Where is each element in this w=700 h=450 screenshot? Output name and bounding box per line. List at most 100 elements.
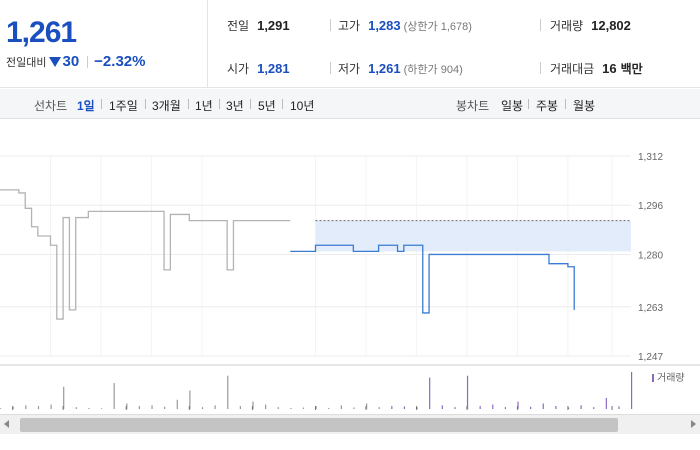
volume-bar [378,407,380,409]
stat-open: 시가 1,281 [227,60,290,77]
volume-bar [555,406,557,409]
scroll-left-icon[interactable] [4,420,9,428]
volume-bar [88,407,90,409]
y-tick-label: 1,312 [638,152,663,163]
divider [250,99,251,109]
stat-volume: 거래량 12,802 [550,17,631,34]
volume-bar [138,406,141,409]
stat-value: 1,283 [368,18,401,33]
period-10y[interactable]: 10년 [290,97,314,114]
volume-bar [605,397,607,409]
volume-bar [75,407,77,409]
volume-bar [618,406,620,409]
divider [330,19,331,31]
scroll-thumb[interactable] [20,418,618,432]
volume-bar [429,377,431,409]
current-price: 1,261 [6,16,77,49]
volume-bar [302,407,305,409]
change-percent: −2.32% [94,53,146,70]
period-1d[interactable]: 1일 [77,97,95,114]
volume-bar [113,383,115,409]
volume-bar [340,405,342,409]
change-row: 전일대비 30 −2.32% [6,53,145,70]
down-triangle-icon [49,56,62,67]
scroll-right-icon[interactable] [691,420,696,428]
candle-daily[interactable]: 일봉 [501,97,523,114]
change-value: 30 [62,53,80,70]
change-label: 전일대비 [6,56,47,69]
stat-value: 1,291 [257,18,290,33]
volume-bar [580,405,582,409]
candle-monthly[interactable]: 월봉 [573,97,595,114]
volume-bar [214,405,216,409]
volume-bar [265,404,267,409]
divider [219,99,220,109]
y-tick-label: 1,247 [638,352,663,363]
candle-chart-label: 봉차트 [456,99,490,113]
volume-bar [403,406,406,409]
stat-prev-close: 전일 1,291 [227,17,290,34]
volume-bar [164,406,166,409]
y-tick-label: 1,263 [638,303,663,314]
volume-bar [227,375,229,409]
volume-bar [328,407,330,409]
stat-label: 시가 [227,62,250,76]
volume-bar [239,406,241,409]
volume-legend-label: 거래량 [657,372,685,384]
divider [145,99,146,109]
candle-weekly[interactable]: 주봉 [536,97,558,114]
period-1w[interactable]: 1주일 [109,97,138,114]
volume-legend-swatch [652,374,654,382]
volume-bar [454,407,456,409]
volume-bar [290,407,292,409]
stat-label: 고가 [338,19,361,33]
stat-value: 1,261 [368,61,401,76]
divider [540,19,541,31]
volume-bar [277,407,279,409]
divider [528,99,529,109]
volume-bar [391,406,393,409]
period-3m[interactable]: 3개월 [152,97,181,114]
stat-low: 저가 1,261 (하한가 904) [338,60,463,77]
volume-bar [353,407,355,409]
period-5y[interactable]: 5년 [258,97,276,114]
divider [540,62,541,74]
volume-bar [530,406,532,409]
volume-bar [25,405,27,409]
volume-bar [466,375,469,409]
chart-scrollbar[interactable] [0,414,700,434]
volume-bar [37,406,40,409]
period-3y[interactable]: 3년 [226,97,244,114]
volume-bar [63,386,65,409]
period-bar: 선차트 1일 1주일 3개월 1년 3년 5년 10년 봉차트 일봉 주봉 월봉 [0,89,700,119]
price-summary: 1,261 전일대비 30 −2.32% 전일 1,291 시가 1,281 고… [0,0,700,88]
volume-bar [0,408,2,409]
volume-bar [50,404,52,409]
volume-bar [479,406,481,409]
series-line-today [290,244,575,314]
period-1y[interactable]: 1년 [195,97,213,114]
volume-bar [504,407,506,409]
stock-quote-widget: 1,261 전일대비 30 −2.32% 전일 1,291 시가 1,281 고… [0,0,700,450]
divider [282,99,283,109]
stat-amount: 거래대금 16 백만 [550,60,643,77]
stat-high: 고가 1,283 (상한가 1,678) [338,17,472,34]
stat-sub: (하한가 904) [403,64,463,76]
volume-bar [201,407,204,409]
divider [87,55,89,68]
stat-sub: (상한가 1,678) [403,21,472,33]
stats-grid: 전일 1,291 시가 1,281 고가 1,283 (상한가 1,678) 저… [209,0,700,88]
volume-bar [593,407,595,409]
stat-label: 전일 [227,19,250,33]
divider [101,99,102,109]
stat-value: 16 [602,61,617,76]
divider [565,99,566,109]
line-chart-label: 선차트 [34,99,68,113]
volume-bar [176,399,178,409]
volume-bar [542,403,544,409]
stat-label: 거래량 [550,19,584,33]
volume-bar [100,408,103,409]
stat-unit: 백만 [620,62,643,76]
stat-value: 12,802 [591,18,631,33]
divider [330,62,331,74]
